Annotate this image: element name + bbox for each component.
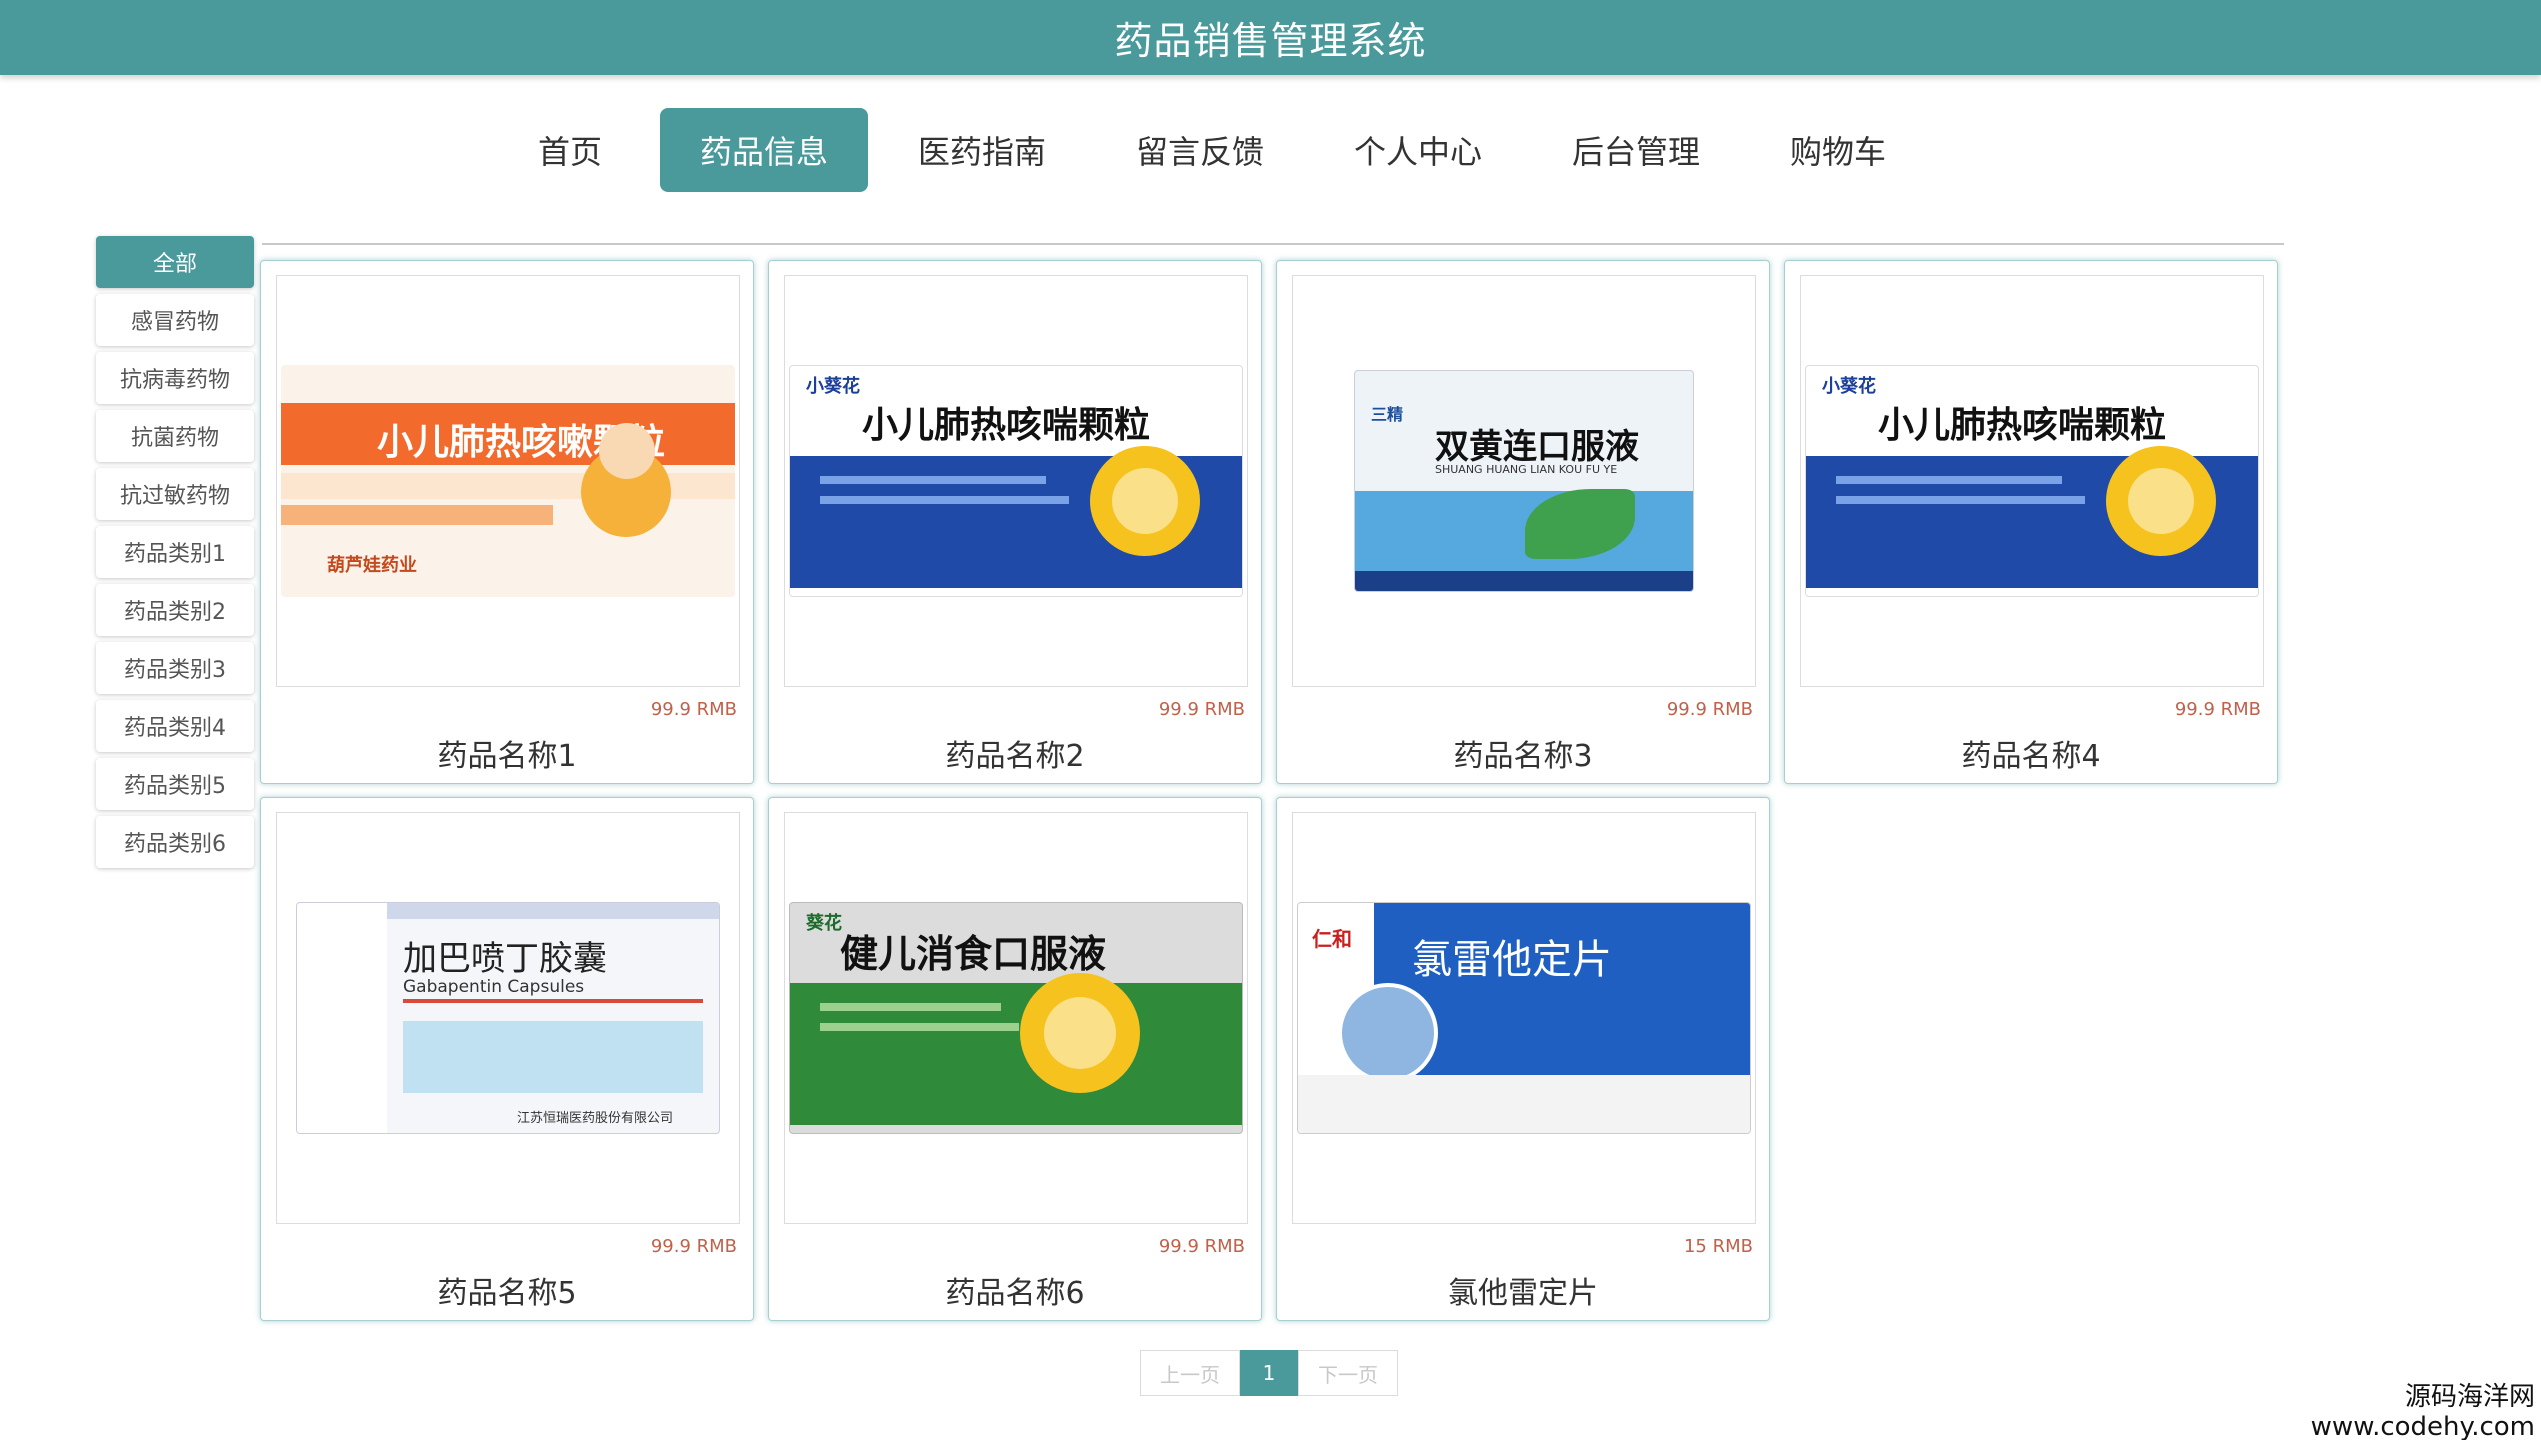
product-card[interactable]: 三精 双黄连口服液 SHUANG HUANG LIAN KOU FU YE 99… [1276, 260, 1770, 784]
category-antibacterial[interactable]: 抗菌药物 [96, 410, 254, 462]
package-title: 双黄连口服液 [1435, 427, 1639, 467]
pagination: 上一页 1 下一页 [1140, 1350, 1398, 1396]
package-subtitle: Gabapentin Capsules [403, 977, 585, 997]
category-type-1[interactable]: 药品类别1 [96, 526, 254, 578]
nav-medical-guide[interactable]: 医药指南 [878, 108, 1086, 192]
package-illustration: 仁和 氯雷他定片 [1297, 902, 1751, 1134]
package-title: 健儿消食口服液 [840, 932, 1107, 976]
product-price: 15 RMB [1683, 1236, 1753, 1257]
package-band [1836, 496, 2085, 504]
product-price: 99.9 RMB [2174, 699, 2261, 720]
package-band [1836, 476, 2062, 484]
page-number-button[interactable]: 1 [1240, 1350, 1298, 1396]
product-name[interactable]: 氯他雷定片 [1277, 1268, 1769, 1312]
product-image[interactable]: 小葵花 小儿肺热咳喘颗粒 [1800, 275, 2264, 687]
mascot-face [1044, 997, 1116, 1069]
app-title: 药品销售管理系统 [1114, 19, 1427, 63]
package-illustration: 葵花 健儿消食口服液 [789, 902, 1243, 1134]
product-card[interactable]: 小葵花 小儿肺热咳喘颗粒 99.9 RMB 药品名称4 [1784, 260, 2278, 784]
package-illustration: 小葵花 小儿肺热咳喘颗粒 [789, 365, 1243, 597]
product-name[interactable]: 药品名称2 [769, 731, 1261, 775]
package-title: 氯雷他定片 [1412, 937, 1612, 983]
package-illustration: 加巴喷丁胶囊 Gabapentin Capsules 江苏恒瑞医药股份有限公司 [296, 902, 720, 1134]
category-type-5[interactable]: 药品类别5 [96, 758, 254, 810]
mascot-face [2128, 468, 2194, 534]
category-type-2[interactable]: 药品类别2 [96, 584, 254, 636]
package-subtitle: SHUANG HUANG LIAN KOU FU YE [1435, 463, 1618, 476]
building-graphic [1338, 983, 1438, 1083]
product-name[interactable]: 药品名称4 [1785, 731, 2277, 775]
nav-feedback[interactable]: 留言反馈 [1096, 108, 1304, 192]
product-price: 99.9 RMB [650, 1236, 737, 1257]
nav-home[interactable]: 首页 [490, 108, 650, 192]
product-image[interactable]: 葵花 健儿消食口服液 [784, 812, 1248, 1224]
main-nav: 首页 药品信息 医药指南 留言反馈 个人中心 后台管理 购物车 [0, 108, 2541, 192]
package-maker: 葫芦娃药业 [327, 555, 417, 576]
product-card[interactable]: 小葵花 小儿肺热咳喘颗粒 99.9 RMB 药品名称2 [768, 260, 1262, 784]
product-price: 99.9 RMB [650, 699, 737, 720]
category-all[interactable]: 全部 [96, 236, 254, 288]
product-image[interactable]: 加巴喷丁胶囊 Gabapentin Capsules 江苏恒瑞医药股份有限公司 [276, 812, 740, 1224]
category-antiviral[interactable]: 抗病毒药物 [96, 352, 254, 404]
category-sidebar: 全部 感冒药物 抗病毒药物 抗菌药物 抗过敏药物 药品类别1 药品类别2 药品类… [96, 236, 254, 874]
package-band [281, 505, 554, 525]
package-maker: 三精 [1371, 405, 1404, 424]
package-band [820, 1023, 1019, 1031]
package-title: 小儿肺热咳喘颗粒 [1878, 405, 2167, 446]
product-image[interactable]: 仁和 氯雷他定片 [1292, 812, 1756, 1224]
product-price: 99.9 RMB [1158, 699, 1245, 720]
package-band [1355, 571, 1693, 591]
product-name[interactable]: 药品名称5 [261, 1268, 753, 1312]
prev-page-button[interactable]: 上一页 [1140, 1350, 1240, 1396]
package-band [403, 999, 703, 1003]
product-name[interactable]: 药品名称3 [1277, 731, 1769, 775]
category-type-6[interactable]: 药品类别6 [96, 816, 254, 868]
content-divider [262, 243, 2284, 245]
package-maker: 小葵花 [806, 376, 860, 397]
product-name[interactable]: 药品名称6 [769, 1268, 1261, 1312]
package-illustration: 三精 双黄连口服液 SHUANG HUANG LIAN KOU FU YE [1354, 370, 1694, 592]
product-card[interactable]: 仁和 氯雷他定片 15 RMB 氯他雷定片 [1276, 797, 1770, 1321]
category-type-4[interactable]: 药品类别4 [96, 700, 254, 752]
package-band [820, 1003, 1001, 1011]
site-watermark: 源码海洋网 www.codehy.com [2311, 1382, 2535, 1440]
package-illustration: 小儿肺热咳嗽颗粒 葫芦娃药业 [281, 365, 735, 597]
next-page-button[interactable]: 下一页 [1298, 1350, 1398, 1396]
package-maker: 葵花 [806, 913, 842, 934]
product-price: 99.9 RMB [1666, 699, 1753, 720]
package-band [403, 1021, 703, 1093]
package-band [820, 476, 1046, 484]
package-band [297, 903, 387, 1133]
product-card[interactable]: 加巴喷丁胶囊 Gabapentin Capsules 江苏恒瑞医药股份有限公司 … [260, 797, 754, 1321]
product-image[interactable]: 小葵花 小儿肺热咳喘颗粒 [784, 275, 1248, 687]
product-grid: 小儿肺热咳嗽颗粒 葫芦娃药业 99.9 RMB 药品名称1 小葵花 小儿肺热咳喘… [260, 260, 2290, 1321]
mascot-head [599, 423, 655, 479]
product-card[interactable]: 小儿肺热咳嗽颗粒 葫芦娃药业 99.9 RMB 药品名称1 [260, 260, 754, 784]
package-band [1355, 491, 1693, 571]
package-maker: 小葵花 [1822, 376, 1876, 397]
product-name[interactable]: 药品名称1 [261, 731, 753, 775]
category-antiallergy[interactable]: 抗过敏药物 [96, 468, 254, 520]
package-title: 加巴喷丁胶囊 [403, 939, 607, 979]
product-price: 99.9 RMB [1158, 1236, 1245, 1257]
nav-admin[interactable]: 后台管理 [1532, 108, 1740, 192]
product-image[interactable]: 三精 双黄连口服液 SHUANG HUANG LIAN KOU FU YE [1292, 275, 1756, 687]
category-cold[interactable]: 感冒药物 [96, 294, 254, 346]
product-card[interactable]: 葵花 健儿消食口服液 99.9 RMB 药品名称6 [768, 797, 1262, 1321]
package-illustration: 小葵花 小儿肺热咳喘颗粒 [1805, 365, 2259, 597]
mascot-face [1112, 468, 1178, 534]
package-maker: 江苏恒瑞医药股份有限公司 [517, 1111, 674, 1126]
app-header: 药品销售管理系统 [0, 0, 2541, 75]
package-maker: 仁和 [1312, 927, 1352, 951]
package-band [820, 496, 1069, 504]
nav-personal-center[interactable]: 个人中心 [1314, 108, 1522, 192]
category-type-3[interactable]: 药品类别3 [96, 642, 254, 694]
package-title: 小儿肺热咳喘颗粒 [862, 405, 1151, 446]
nav-drug-info[interactable]: 药品信息 [659, 108, 868, 192]
product-image[interactable]: 小儿肺热咳嗽颗粒 葫芦娃药业 [276, 275, 740, 687]
package-band [1298, 1075, 1750, 1133]
watermark-url: www.codehy.com [2310, 1412, 2535, 1440]
nav-cart[interactable]: 购物车 [1750, 108, 1926, 192]
watermark-name: 源码海洋网 [2404, 1382, 2535, 1412]
